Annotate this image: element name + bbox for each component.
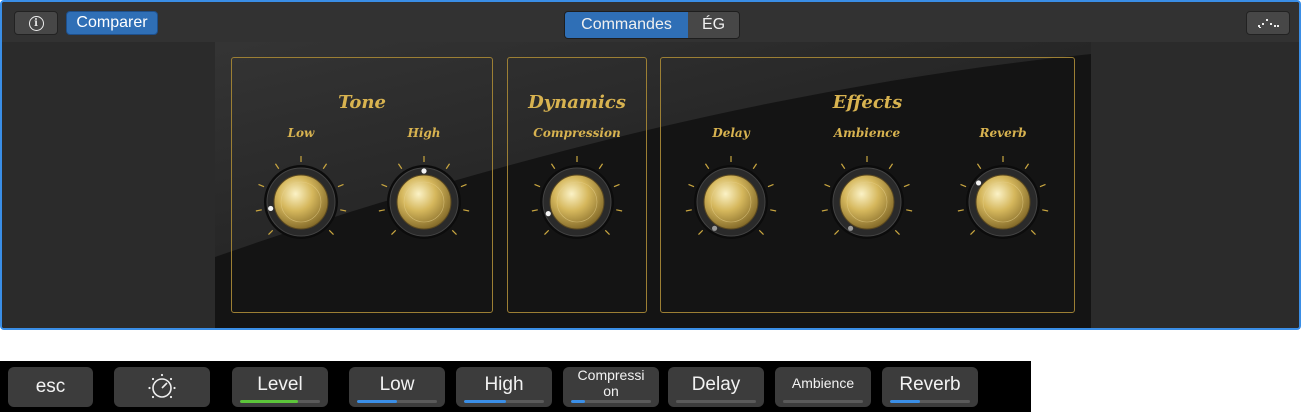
smart-controls-key[interactable] [114,367,210,407]
knob-indicator [711,225,718,231]
reverb-bar [890,400,970,403]
esc-label: esc [35,376,66,397]
delay-bar [676,400,756,403]
level-bar-fill [240,400,299,403]
reverb-control-label: Reverb [899,374,961,395]
delay-knob[interactable] [676,147,786,257]
delay-control[interactable]: Delay [668,367,764,407]
compare-button[interactable]: Comparer [66,11,158,35]
view-segmented-control: Commandes ÉG [564,11,740,39]
ambience-control[interactable]: Ambience [775,367,871,407]
low-control[interactable]: Low [349,367,445,407]
knob-indicator [421,168,427,174]
left-margin [2,42,215,328]
tab-controls[interactable]: Commandes [565,12,688,38]
low-knob[interactable] [246,147,356,257]
knob-label-delay: Delay [712,126,750,140]
knob-label-ambience: Ambience [833,126,901,140]
effects-title: Effects [832,92,903,113]
ambience-bar [783,400,863,403]
ambience-control-label: Ambience [791,375,855,391]
knob-indicator [847,225,854,231]
level-label: Level [257,374,303,395]
view-options-button[interactable] [1246,11,1290,35]
knob-indicator [975,180,982,186]
level-bar [240,400,320,403]
tone-title: Tone [338,92,386,113]
knob-label-compression: Compression [533,126,621,140]
knob-label-high: High [407,126,441,140]
reverb-knob[interactable] [948,147,1058,257]
low-control-label: Low [379,374,415,395]
high-bar-fill [464,400,506,403]
view-options-icon [1258,19,1279,28]
reverb-control[interactable]: Reverb [882,367,978,407]
dynamics-title: Dynamics [528,92,626,113]
esc-key[interactable]: esc [8,367,93,407]
compression-knob[interactable] [522,147,632,257]
plugin-toolbar: i Comparer Commandes ÉG [2,2,1299,43]
plugin-window: i Comparer Commandes ÉG Tone Dynamics Ef… [0,0,1301,330]
compression-bar [571,400,651,403]
high-bar [464,400,544,403]
info-icon: i [28,15,44,31]
tab-eq[interactable]: ÉG [688,12,739,38]
level-control[interactable]: Level [232,367,328,407]
low-bar [357,400,437,403]
knob-indicator [268,205,274,212]
reverb-bar-fill [890,400,920,403]
high-control[interactable]: High [456,367,552,407]
compression-bar-fill [571,400,586,403]
info-button[interactable]: i [14,11,58,35]
ambience-knob[interactable] [812,147,922,257]
low-bar-fill [357,400,397,403]
knob-label-low: Low [287,126,315,140]
smart-controls-icon [148,373,176,399]
high-control-label: High [484,374,524,395]
smart-controls-panel: Tone Dynamics Effects Low High Compressi… [215,42,1091,328]
right-margin [1091,42,1299,328]
compression-control-label: Compressi on [577,367,645,399]
compression-control[interactable]: Compressi on [563,367,659,407]
delay-control-label: Delay [691,374,741,395]
touch-bar: esc Level Low High Compressi on Delay Am… [0,361,1031,412]
high-knob[interactable] [369,147,479,257]
knob-label-reverb: Reverb [979,126,1027,140]
knob-indicator [545,211,551,217]
